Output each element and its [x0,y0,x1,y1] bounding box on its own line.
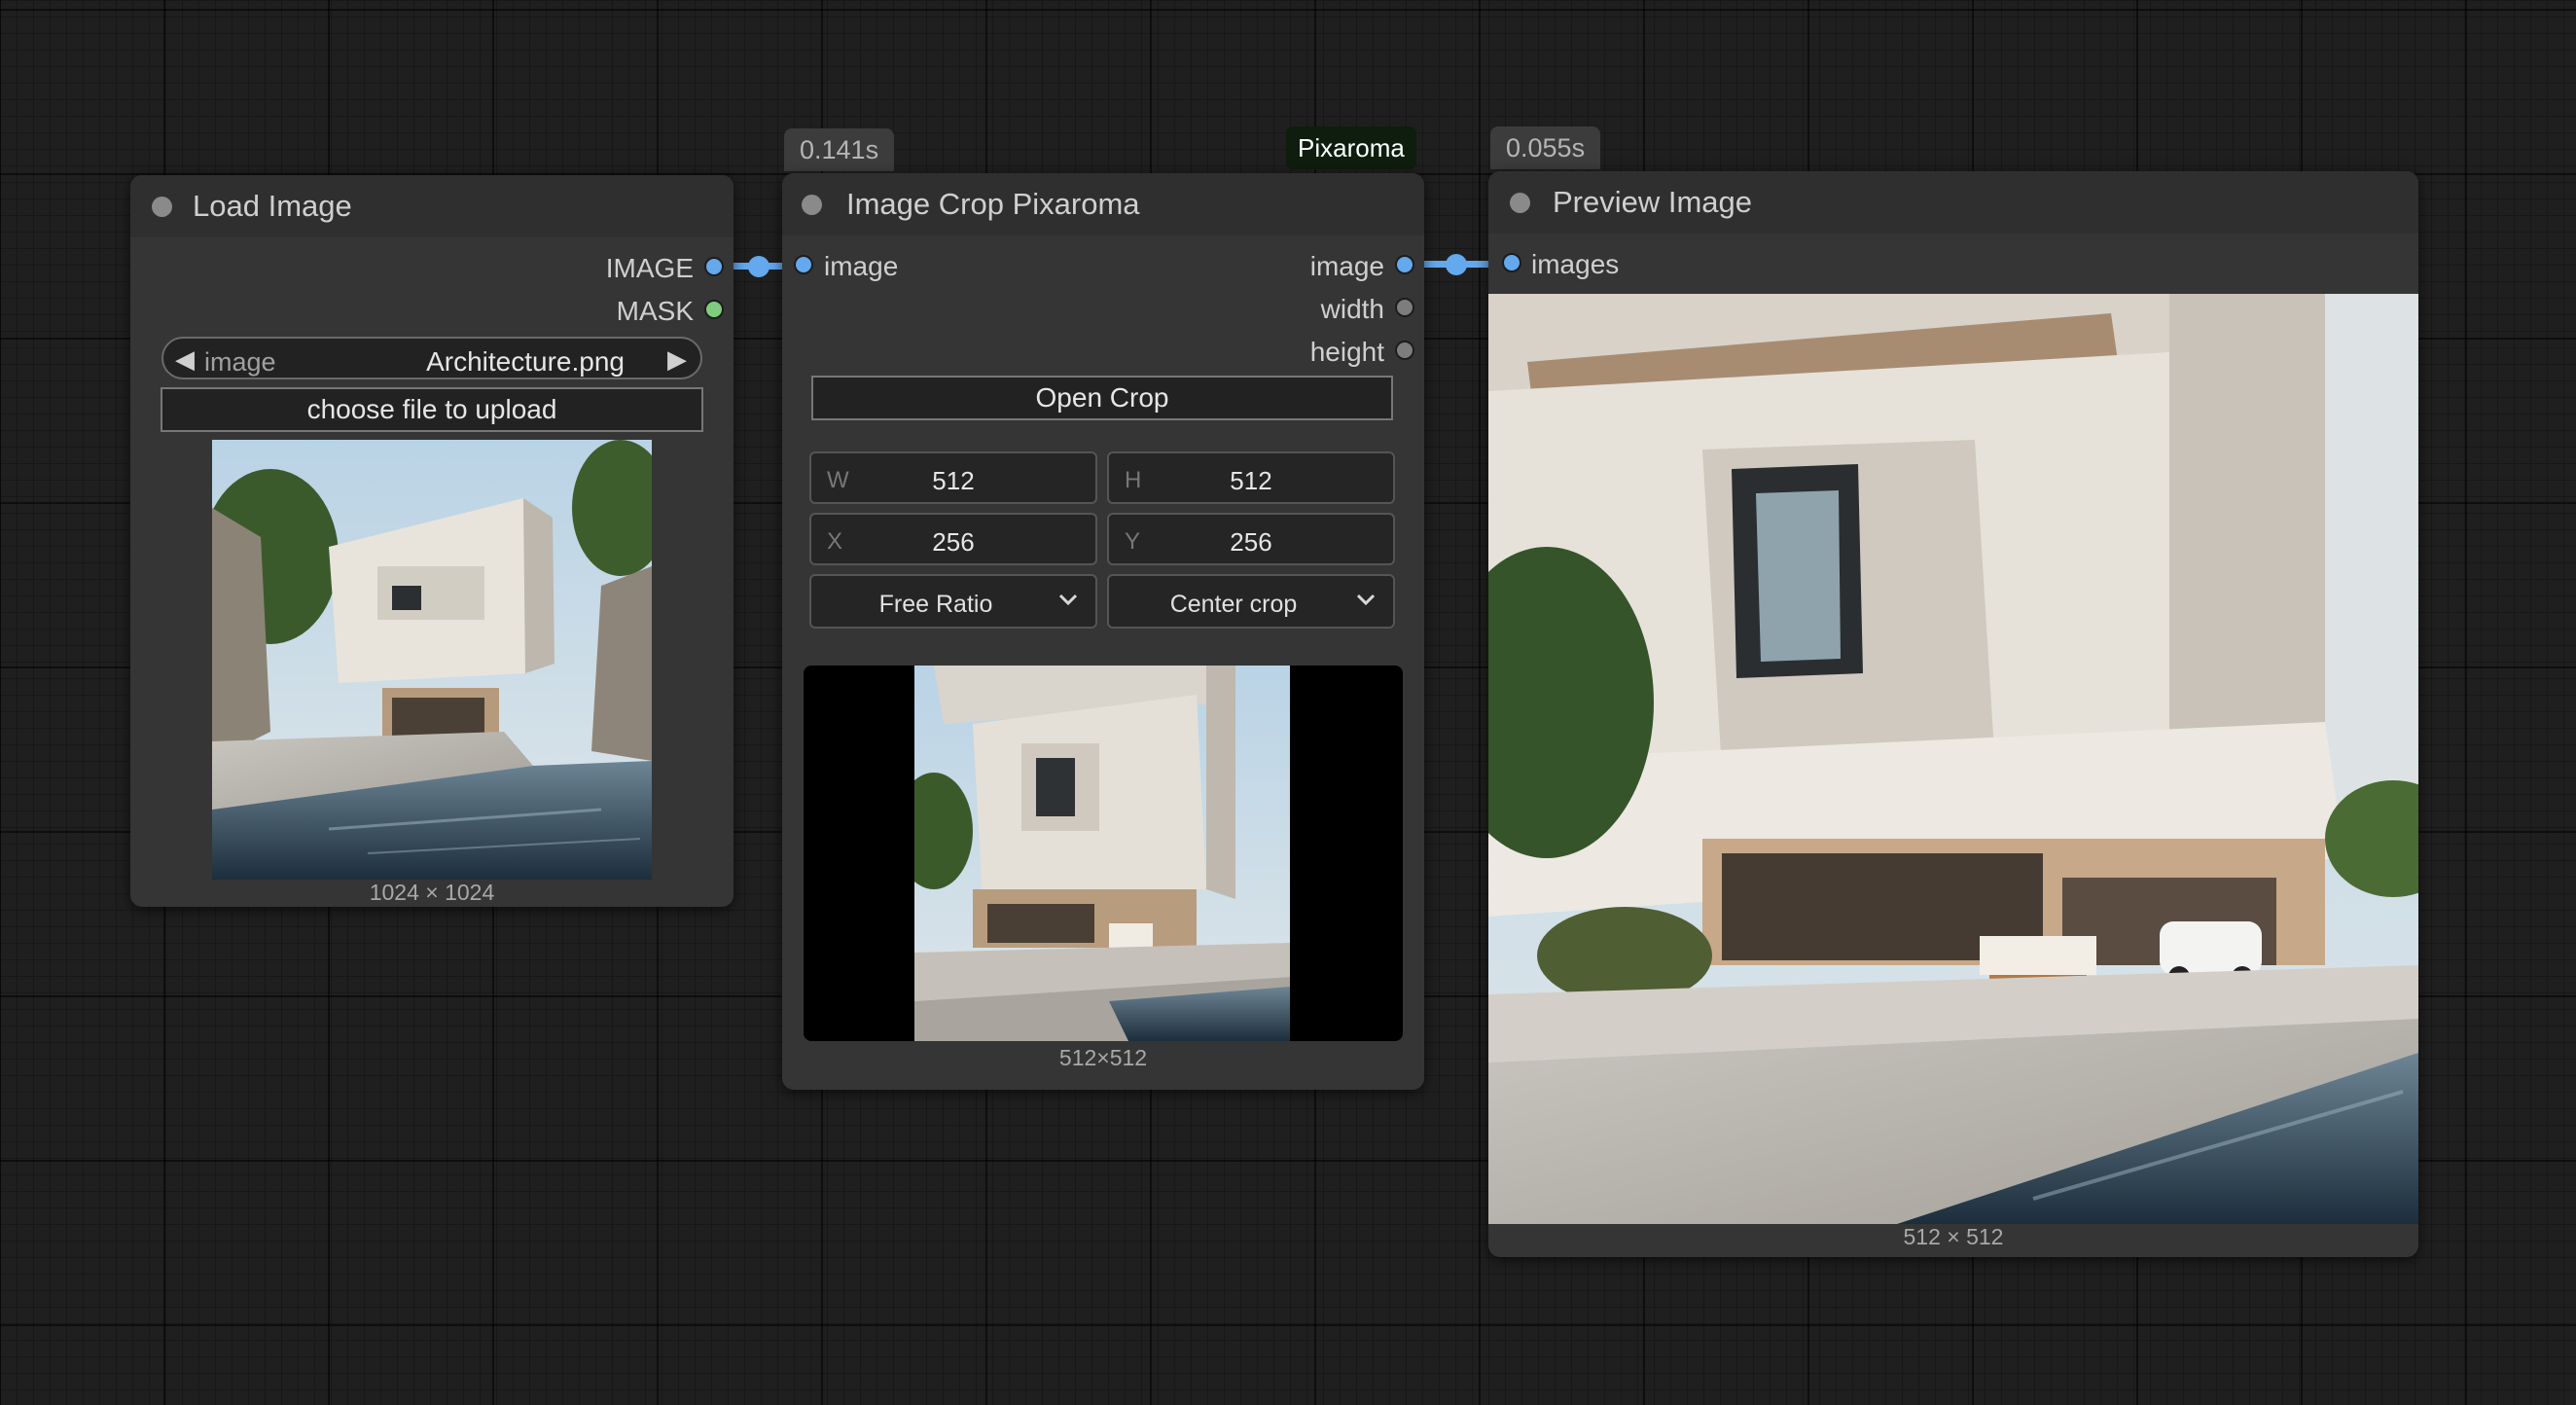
output-label-mask: MASK [616,296,694,326]
status-dot-icon[interactable] [152,197,172,217]
preview-size-caption: 512 × 512 [1903,1224,2004,1249]
output-label-width: width [1320,294,1384,324]
select-value: Center crop [1169,591,1298,618]
status-dot-icon[interactable] [802,195,822,215]
field-value: 512 [932,466,975,495]
loaded-image [212,440,652,880]
preview-image-node[interactable]: Preview Image images 512 × 512 [1488,171,2418,1257]
open-crop-button[interactable]: Open Crop [811,376,1393,420]
node-source-tag: Pixaroma [1286,126,1416,169]
output-label-height: height [1309,337,1384,367]
ratio-select[interactable]: Free Ratio [809,574,1097,629]
link-midpoint-handle[interactable] [748,256,769,277]
output-slot-height[interactable] [1395,341,1414,360]
crop-mode-select[interactable]: Center crop [1107,574,1395,629]
input-slot-images[interactable] [1502,253,1521,272]
node-title: Load Image [193,189,352,223]
output-slot-mask[interactable] [704,300,724,319]
arrow-left-icon[interactable]: ◀ [175,344,195,375]
node-title-bar[interactable]: Image Crop Pixaroma [782,173,1424,235]
x-field[interactable]: X 256 [809,513,1097,565]
node-title: Image Crop Pixaroma [846,187,1140,221]
crop-preview-image [914,666,1290,1041]
output-label-image: image [1309,251,1384,281]
link-midpoint-handle[interactable] [1446,254,1467,275]
input-slot-image[interactable] [794,255,813,274]
combo-label: image [204,347,276,377]
upload-button[interactable]: choose file to upload [161,387,703,432]
output-slot-width[interactable] [1395,298,1414,317]
combo-value: Architecture.png [426,346,625,377]
output-label-image: IMAGE [605,253,694,283]
chevron-down-icon [1356,594,1376,606]
crop-size-caption: 512×512 [1058,1045,1148,1070]
field-value: 256 [932,527,975,557]
image-combo-widget[interactable]: ◀ image Architecture.png ▶ [161,337,702,379]
field-value: 256 [1230,527,1272,557]
execution-time-badge: 0.055s [1490,126,1601,169]
input-label-image: image [824,251,899,281]
output-slot-image[interactable] [1395,255,1414,274]
execution-time-badge: 0.141s [784,128,895,171]
width-field[interactable]: W 512 [809,451,1097,504]
load-image-node[interactable]: Load Image IMAGE MASK ◀ image Architectu… [130,175,733,907]
chevron-down-icon [1058,594,1078,606]
output-slot-image[interactable] [704,257,724,276]
field-value: 512 [1230,466,1272,495]
input-label-images: images [1531,249,1620,279]
preview-output-image [1488,294,2418,1224]
node-title-bar[interactable]: Preview Image [1488,171,2418,234]
node-title-bar[interactable]: Load Image [130,175,733,237]
arrow-right-icon[interactable]: ▶ [667,344,687,375]
height-field[interactable]: H 512 [1107,451,1395,504]
y-field[interactable]: Y 256 [1107,513,1395,565]
image-crop-node[interactable]: Image Crop Pixaroma image image width he… [782,173,1424,1090]
select-value: Free Ratio [878,591,993,618]
node-title: Preview Image [1553,185,1753,219]
image-size-caption: 1024 × 1024 [369,880,495,905]
status-dot-icon[interactable] [1510,193,1530,213]
crop-preview[interactable] [804,666,1403,1041]
